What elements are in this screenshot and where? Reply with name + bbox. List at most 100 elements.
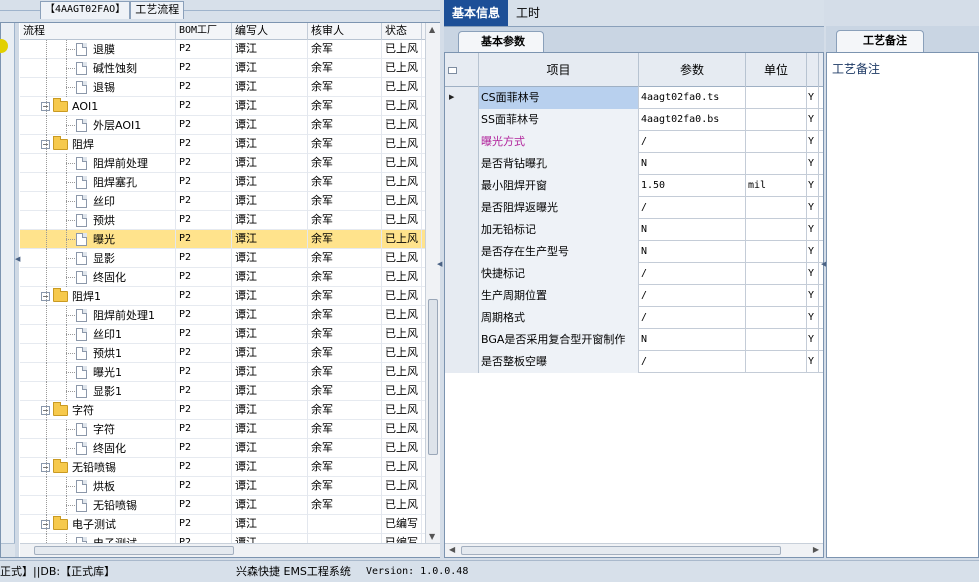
tree-row[interactable]: 外层AOI1 P2 谭江 余军 已上风 [20,116,440,135]
grid-row[interactable]: 加无铅标记 N Y [445,219,823,241]
param-cell[interactable]: / [639,285,746,307]
row-indicator[interactable] [445,175,479,197]
col-header-item[interactable]: 项目 [479,53,639,87]
row-indicator[interactable] [445,197,479,219]
flag-cell[interactable]: Y [807,351,819,373]
grid-row[interactable]: SS面菲林号 4aagt02fa0.bs Y [445,109,823,131]
grid-corner[interactable] [445,53,479,87]
row-indicator[interactable] [445,263,479,285]
flag-cell[interactable]: Y [807,197,819,219]
tree-folder-row[interactable]: − 阻焊1 P2 谭江 余军 已上风 [20,287,440,306]
unit-cell[interactable] [746,109,807,131]
grid-row[interactable]: 曝光方式 / Y [445,131,823,153]
param-cell[interactable]: / [639,263,746,285]
col-header-reviewer[interactable]: 核审人 [308,23,382,40]
unit-cell[interactable] [746,351,807,373]
tree-folder-row[interactable]: − 字符 P2 谭江 余军 已上风 [20,401,440,420]
tree-row[interactable]: 退膜 P2 谭江 余军 已上风 [20,40,440,59]
scroll-left-icon[interactable]: ◀ [449,545,455,554]
param-cell[interactable]: 4aagt02fa0.bs [639,109,746,131]
scroll-down-icon[interactable]: ▼ [429,532,435,541]
tree-folder-row[interactable]: − 电子测试 P2 谭江 已编写 [20,515,440,534]
flag-cell[interactable]: Y [807,285,819,307]
row-indicator[interactable] [445,285,479,307]
flag-cell[interactable]: Y [807,307,819,329]
left-splitter[interactable]: ◀ [15,23,20,557]
tree-row[interactable]: 显影1 P2 谭江 余军 已上风 [20,382,440,401]
grid-row[interactable]: 是否背钻曝孔 N Y [445,153,823,175]
tab-process-flow[interactable]: 工艺流程 [130,1,185,19]
tree-row[interactable]: 显影 P2 谭江 余军 已上风 [20,249,440,268]
unit-cell[interactable] [746,153,807,175]
grid-horizontal-scrollbar[interactable]: ◀ ▶ [445,543,823,557]
param-cell[interactable]: / [639,307,746,329]
tree-row[interactable]: 字符 P2 谭江 余军 已上风 [20,420,440,439]
flag-cell[interactable]: Y [807,131,819,153]
flag-cell[interactable]: Y [807,263,819,285]
param-cell[interactable]: 1.50 [639,175,746,197]
flag-cell[interactable]: Y [807,87,819,109]
subtab-process-notes[interactable]: 工艺备注 [836,30,924,52]
unit-cell[interactable] [746,329,807,351]
param-cell[interactable]: 4aagt02fa0.ts [639,87,746,109]
tree-row[interactable]: 阻焊前处理1 P2 谭江 余军 已上风 [20,306,440,325]
tree-folder-row[interactable]: − AOI1 P2 谭江 余军 已上风 [20,97,440,116]
param-cell[interactable]: / [639,197,746,219]
row-indicator[interactable] [445,153,479,175]
col-header-status[interactable]: 状态 [382,23,422,40]
unit-cell[interactable] [746,285,807,307]
row-indicator[interactable] [445,109,479,131]
grid-row[interactable]: 是否整板空曝 / Y [445,351,823,373]
tree-row[interactable]: 阻焊前处理 P2 谭江 余军 已上风 [20,154,440,173]
col-header-flag[interactable] [807,53,819,87]
grid-options-icon[interactable] [448,67,457,74]
grid-row[interactable]: 最小阻焊开窗 1.50 mil Y [445,175,823,197]
tree-row[interactable]: 预烘1 P2 谭江 余军 已上风 [20,344,440,363]
tree-row[interactable]: 预烘 P2 谭江 余军 已上风 [20,211,440,230]
tab-part-number[interactable]: 【4AAGT02FAO】 [40,1,131,19]
tree-vertical-scrollbar[interactable]: ▲ ▼ [425,23,440,543]
grid-row[interactable]: 生产周期位置 / Y [445,285,823,307]
flag-cell[interactable]: Y [807,109,819,131]
grid-row[interactable]: 快捷标记 / Y [445,263,823,285]
grid-hscroll-thumb[interactable] [461,546,781,555]
tree-row[interactable]: 退锡 P2 谭江 余军 已上风 [20,78,440,97]
tree-row[interactable]: 烘板 P2 谭江 余军 已上风 [20,477,440,496]
tree-row[interactable]: 丝印 P2 谭江 余军 已上风 [20,192,440,211]
tree-row[interactable]: 阻焊塞孔 P2 谭江 余军 已上风 [20,173,440,192]
mini-scrollbar[interactable] [1,543,15,557]
tab-basic-info[interactable]: 基本信息 [444,0,509,26]
grid-row[interactable]: 周期格式 / Y [445,307,823,329]
hscroll-thumb[interactable] [34,546,234,555]
tree-row[interactable]: 曝光 P2 谭江 余军 已上风 [20,230,440,249]
col-header-param[interactable]: 参数 [639,53,746,87]
grid-row[interactable]: BGA是否采用复合型开窗制作 N Y [445,329,823,351]
unit-cell[interactable] [746,87,807,109]
param-cell[interactable]: N [639,241,746,263]
scroll-up-icon[interactable]: ▲ [429,25,435,34]
scroll-thumb[interactable] [428,299,438,455]
row-indicator[interactable] [445,131,479,153]
col-header-unit[interactable]: 单位 [746,53,807,87]
unit-cell[interactable] [746,241,807,263]
unit-cell[interactable]: mil [746,175,807,197]
flag-cell[interactable]: Y [807,329,819,351]
row-indicator[interactable] [445,329,479,351]
row-indicator[interactable] [445,241,479,263]
tree-row[interactable]: 曝光1 P2 谭江 余军 已上风 [20,363,440,382]
unit-cell[interactable] [746,307,807,329]
tree-horizontal-scrollbar[interactable] [20,543,440,557]
flag-cell[interactable]: Y [807,219,819,241]
tree-folder-row[interactable]: − 阻焊 P2 谭江 余军 已上风 [20,135,440,154]
notes-area[interactable]: 工艺备注 [826,52,979,558]
flag-cell[interactable]: Y [807,175,819,197]
grid-row[interactable]: CS面菲林号4aagt02fa0.ts Y [445,87,823,109]
grid-row[interactable]: 是否存在生产型号 N Y [445,241,823,263]
flag-cell[interactable]: Y [807,153,819,175]
param-cell[interactable]: N [639,219,746,241]
row-indicator[interactable] [445,219,479,241]
param-cell[interactable]: N [639,153,746,175]
scroll-right-icon[interactable]: ▶ [813,545,819,554]
tab-work-hours[interactable]: 工时 [508,0,548,26]
col-header-bom[interactable]: BOM工厂 [176,23,232,40]
